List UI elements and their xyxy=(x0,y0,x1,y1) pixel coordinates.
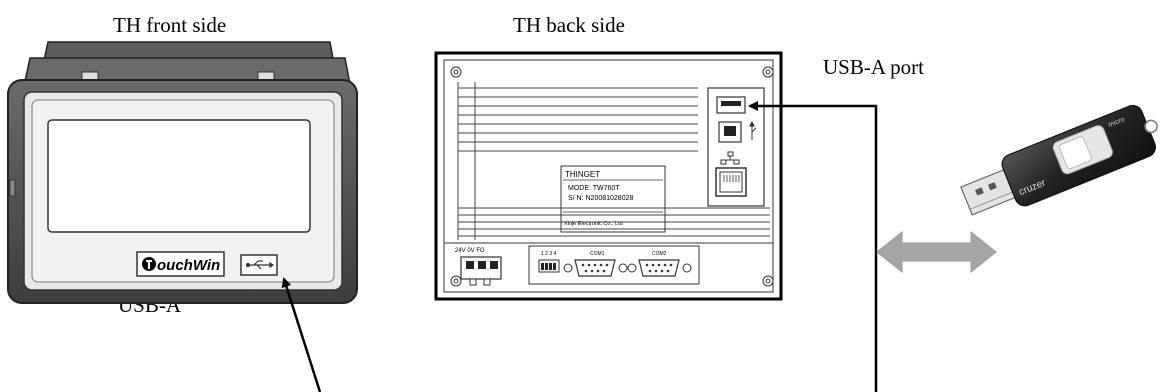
usb-stick: cruzer micro xyxy=(960,104,1158,216)
side-notch xyxy=(9,179,16,197)
dip-switch xyxy=(538,259,560,273)
com2-label: COM2 xyxy=(652,251,667,257)
comm-panel: 1 2 3 4 COM1 COM2 xyxy=(528,245,700,285)
double-arrow-icon xyxy=(876,230,997,274)
com1-label: COM1 xyxy=(590,251,605,257)
plate-brand: THINGET xyxy=(565,170,600,179)
plate-mode: MODE: TW760T xyxy=(568,185,620,192)
diagram-canvas: ouchWin THINGET MODE: TW760T S/ N: N2008… xyxy=(7,41,1158,392)
th-front-device: ouchWin xyxy=(7,41,358,304)
plate-sn: S/ N: N20081028028 xyxy=(568,195,633,202)
th-back-device: THINGET MODE: TW760T S/ N: N20081028028 … xyxy=(434,51,783,301)
power-label: 24V 0V FG xyxy=(455,248,485,254)
dip-label: 1 2 3 4 xyxy=(541,251,557,257)
touchwin-logo: ouchWin xyxy=(136,251,225,277)
front-usb-port xyxy=(240,254,278,276)
touchwin-logo-text: ouchWin xyxy=(157,257,220,274)
